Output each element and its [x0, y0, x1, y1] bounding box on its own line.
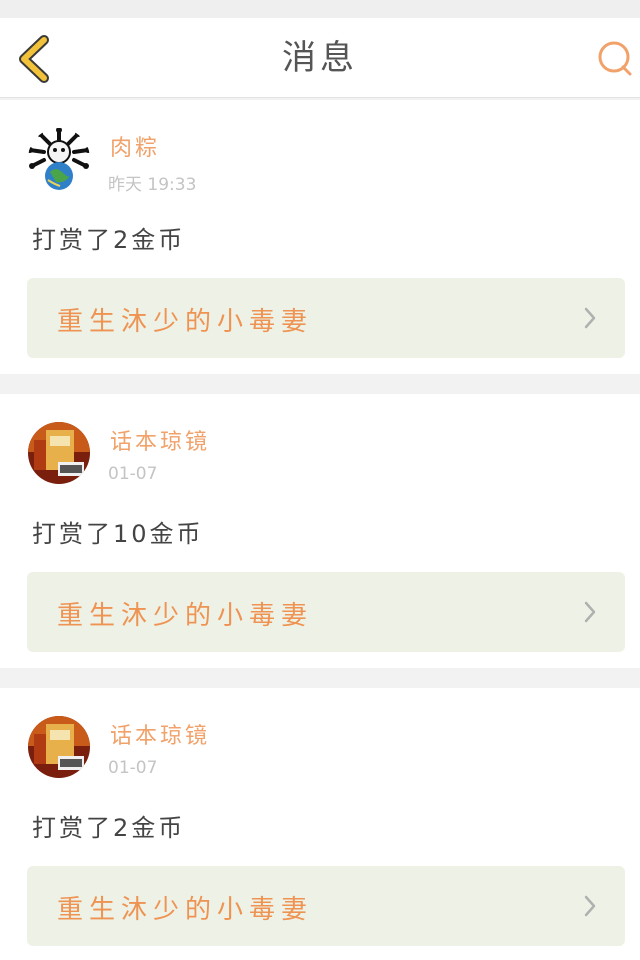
message-text: 打赏了2金币 [32, 814, 186, 842]
chevron-right-icon [584, 601, 596, 623]
avatar[interactable] [28, 422, 90, 484]
book-title: 重生沐少的小毒妻 [57, 895, 314, 925]
book-link[interactable]: 重生沐少的小毒妻 [27, 572, 625, 652]
message-text: 打赏了2金币 [32, 226, 186, 254]
skull-globe-avatar-icon [28, 128, 90, 190]
header-bar: 消息 [0, 18, 640, 98]
message-text: 打赏了10金币 [32, 520, 204, 548]
avatar[interactable] [28, 128, 90, 190]
chevron-right-icon [584, 895, 596, 917]
book-title: 重生沐少的小毒妻 [57, 307, 314, 337]
username[interactable]: 话本琼镜 [110, 424, 210, 456]
message-card: 话本琼镜 01-07 打赏了2金币 重生沐少的小毒妻 [0, 688, 640, 960]
message-card: 肉粽 昨天 19:33 打赏了2金币 重生沐少的小毒妻 [0, 100, 640, 374]
book-cover-avatar-icon [28, 716, 90, 778]
book-title: 重生沐少的小毒妻 [57, 601, 314, 631]
book-link[interactable]: 重生沐少的小毒妻 [27, 278, 625, 358]
timestamp: 01-07 [108, 758, 158, 778]
search-icon [598, 41, 632, 76]
message-card: 话本琼镜 01-07 打赏了10金币 重生沐少的小毒妻 [0, 394, 640, 668]
status-bar [0, 0, 640, 18]
chevron-right-icon [584, 307, 596, 329]
timestamp: 昨天 19:33 [108, 175, 197, 195]
search-button[interactable] [596, 38, 636, 78]
username[interactable]: 话本琼镜 [110, 718, 210, 750]
timestamp: 01-07 [108, 464, 158, 484]
page-title: 消息 [282, 38, 358, 78]
avatar[interactable] [28, 716, 90, 778]
book-cover-avatar-icon [28, 422, 90, 484]
book-link[interactable]: 重生沐少的小毒妻 [27, 866, 625, 946]
username[interactable]: 肉粽 [110, 130, 160, 162]
